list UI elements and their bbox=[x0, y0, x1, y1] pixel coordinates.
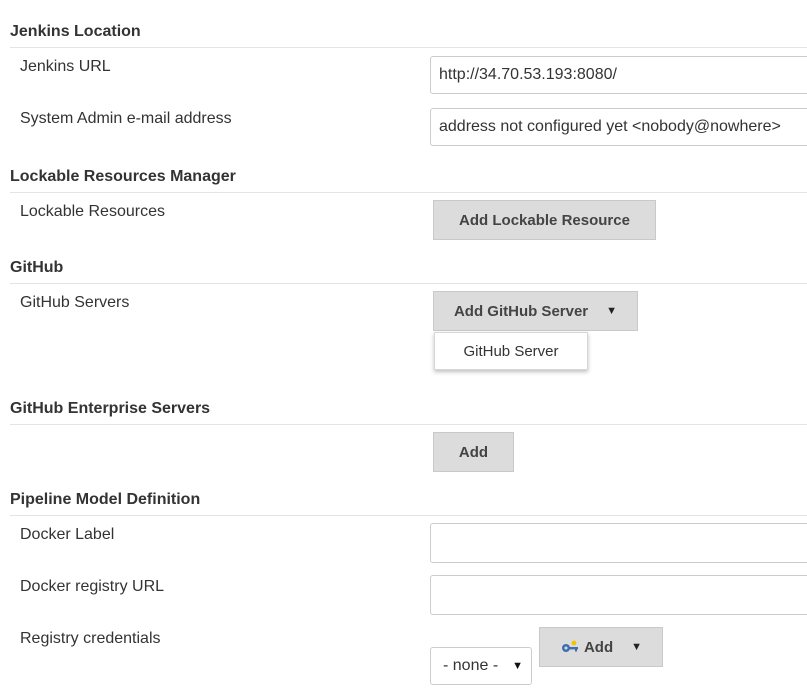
add-credentials-label: Add bbox=[583, 638, 614, 656]
add-github-enterprise-label: Add bbox=[458, 443, 489, 461]
add-lockable-resource-button[interactable]: Add Lockable Resource bbox=[433, 200, 656, 240]
key-icon bbox=[560, 640, 580, 654]
docker-label-input[interactable] bbox=[430, 523, 807, 563]
section-title-jenkins-location: Jenkins Location bbox=[10, 23, 141, 40]
add-github-server-label: Add GitHub Server bbox=[453, 302, 589, 320]
docker-label-label: Docker Label bbox=[20, 526, 115, 543]
caret-down-icon: ▼ bbox=[631, 641, 643, 653]
section-divider bbox=[10, 192, 807, 193]
menu-item-github-server[interactable]: GitHub Server bbox=[435, 333, 587, 369]
docker-registry-url-label: Docker registry URL bbox=[20, 578, 165, 595]
github-server-dropdown-menu: GitHub Server bbox=[434, 332, 588, 370]
registry-credentials-label: Registry credentials bbox=[20, 630, 161, 647]
jenkins-url-label: Jenkins URL bbox=[20, 58, 111, 75]
jenkins-url-input[interactable]: http://34.70.53.193:8080/ bbox=[430, 56, 807, 94]
add-github-enterprise-button[interactable]: Add bbox=[433, 432, 514, 472]
section-divider bbox=[10, 515, 807, 516]
section-title-github: GitHub bbox=[10, 259, 64, 276]
caret-down-icon: ▼ bbox=[606, 305, 618, 317]
section-title-github-enterprise: GitHub Enterprise Servers bbox=[10, 400, 211, 417]
caret-down-icon: ▼ bbox=[512, 660, 523, 672]
section-title-lockable-resources: Lockable Resources Manager bbox=[10, 168, 236, 185]
add-lockable-resource-label: Add Lockable Resource bbox=[459, 211, 630, 229]
add-credentials-button[interactable]: Add ▼ bbox=[539, 627, 663, 667]
add-github-server-button[interactable]: Add GitHub Server ▼ bbox=[433, 291, 638, 331]
registry-credentials-selected: - none - bbox=[443, 657, 499, 674]
admin-email-input[interactable]: address not configured yet <nobody@nowhe… bbox=[430, 108, 807, 146]
section-divider bbox=[10, 47, 807, 48]
docker-registry-url-input[interactable] bbox=[430, 575, 807, 615]
section-divider bbox=[10, 424, 807, 425]
admin-email-label: System Admin e-mail address bbox=[20, 110, 232, 127]
section-divider bbox=[10, 283, 807, 284]
lockable-resources-label: Lockable Resources bbox=[20, 203, 165, 220]
registry-credentials-select[interactable]: - none - ▼ bbox=[430, 647, 532, 685]
github-servers-label: GitHub Servers bbox=[20, 294, 130, 311]
section-title-pipeline-model: Pipeline Model Definition bbox=[10, 491, 201, 508]
